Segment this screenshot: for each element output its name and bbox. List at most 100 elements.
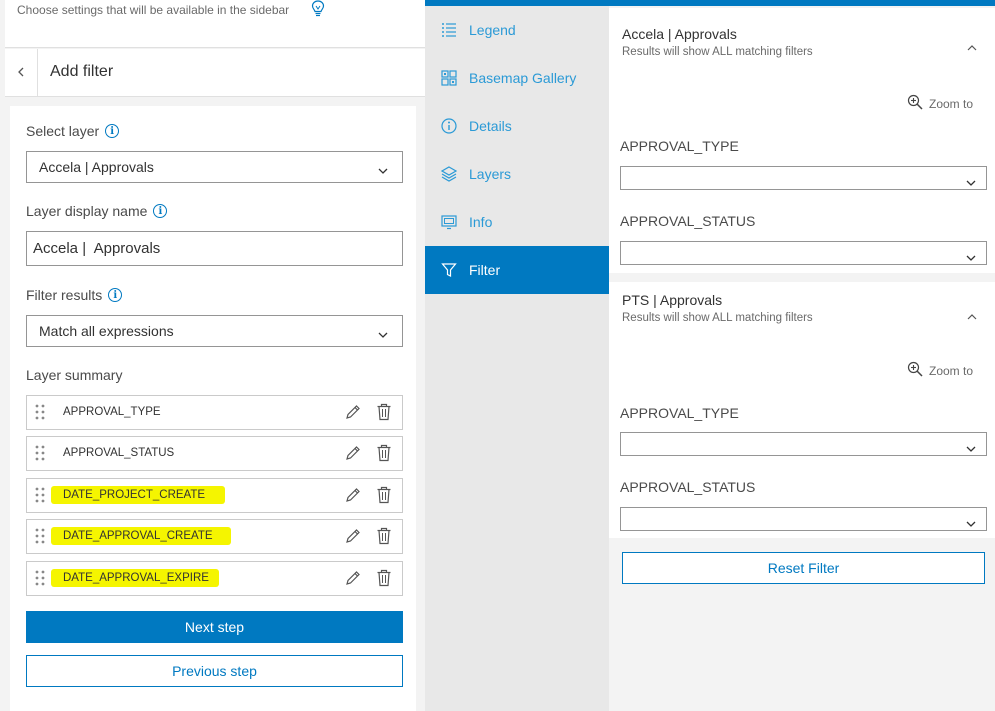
- display-name-label: Layer display name i: [26, 203, 168, 219]
- trash-icon[interactable]: [376, 527, 392, 550]
- layer-title: PTS | Approvals: [622, 292, 723, 308]
- trash-icon[interactable]: [376, 486, 392, 509]
- info-icon[interactable]: i: [153, 204, 168, 218]
- add-filter-form: Select layer i Accela | Approvals Layer …: [10, 106, 416, 711]
- drag-handle-icon[interactable]: [35, 404, 45, 425]
- settings-hint: Choose settings that will be available i…: [17, 3, 290, 17]
- select-layer-dropdown[interactable]: Accela | Approvals: [26, 151, 403, 183]
- chevron-down-icon: [966, 249, 976, 267]
- chevron-down-icon: [966, 440, 976, 458]
- select-layer-label-text: Select layer: [26, 123, 100, 139]
- expression-label: DATE_PROJECT_CREATE: [63, 489, 206, 501]
- drag-handle-icon[interactable]: [35, 570, 45, 591]
- layer-summary-label-text: Layer summary: [26, 367, 123, 383]
- zoom-to-button[interactable]: Zoom to: [907, 361, 973, 380]
- field-label: APPROVAL_TYPE: [620, 405, 739, 421]
- field-label: APPROVAL_STATUS: [620, 213, 756, 229]
- sidebar-item-label: Layers: [469, 166, 512, 182]
- filter-results-label: Filter results i: [26, 287, 123, 303]
- sidebar-nav: Legend Basemap Gallery Details Layers In…: [425, 6, 609, 711]
- filter-layer-card: PTS | Approvals Results will show ALL ma…: [609, 282, 995, 538]
- filter-results-dropdown[interactable]: Match all expressions: [26, 315, 403, 347]
- expression-row[interactable]: APPROVAL_TYPE: [26, 395, 403, 430]
- expression-row[interactable]: APPROVAL_STATUS: [26, 436, 403, 471]
- layers-icon: [440, 166, 458, 187]
- back-button[interactable]: [5, 49, 38, 97]
- expression-row[interactable]: DATE_APPROVAL_CREATE: [26, 519, 403, 554]
- expression-row[interactable]: DATE_PROJECT_CREATE: [26, 478, 403, 513]
- sidebar-item-label: Info: [469, 214, 493, 230]
- display-name-label-text: Layer display name: [26, 203, 148, 219]
- sidebar-item-info[interactable]: Info: [425, 198, 609, 246]
- pencil-icon[interactable]: [345, 570, 361, 591]
- add-filter-header: Add filter: [5, 49, 425, 97]
- drag-handle-icon[interactable]: [35, 445, 45, 466]
- sidebar-item-details[interactable]: Details: [425, 102, 609, 150]
- info-icon[interactable]: i: [108, 288, 123, 302]
- display-name-input[interactable]: [26, 231, 403, 266]
- expression-label: DATE_APPROVAL_CREATE: [63, 530, 213, 542]
- sidebar-item-label: Details: [469, 118, 512, 134]
- settings-header: Choose settings that will be available i…: [5, 0, 425, 48]
- layer-title: Accela | Approvals: [622, 26, 737, 42]
- layer-subtitle: Results will show ALL matching filters: [622, 46, 813, 58]
- pencil-icon[interactable]: [345, 404, 361, 425]
- filter-results-label-text: Filter results: [26, 287, 103, 303]
- expression-label: DATE_APPROVAL_EXPIRE: [63, 572, 209, 584]
- settings-panel: Choose settings that will be available i…: [0, 0, 425, 711]
- filter-results-value: Match all expressions: [39, 323, 174, 339]
- expression-label: APPROVAL_STATUS: [63, 447, 175, 459]
- select-layer-value: Accela | Approvals: [39, 159, 154, 175]
- pencil-icon[interactable]: [345, 445, 361, 466]
- pencil-icon[interactable]: [345, 487, 361, 508]
- lightbulb-icon[interactable]: [310, 0, 326, 23]
- trash-icon[interactable]: [376, 444, 392, 467]
- reset-filter-button[interactable]: Reset Filter: [622, 552, 985, 584]
- info-icon: [441, 214, 457, 235]
- zoom-in-icon: [907, 361, 923, 380]
- drag-handle-icon[interactable]: [35, 487, 45, 508]
- legend-icon: [441, 22, 457, 43]
- drag-handle-icon[interactable]: [35, 528, 45, 549]
- chevron-up-icon[interactable]: [967, 38, 977, 56]
- chevron-left-icon: [17, 64, 25, 82]
- add-filter-title: Add filter: [50, 63, 114, 80]
- zoom-in-icon: [907, 94, 923, 113]
- sidebar-item-label: Legend: [469, 22, 516, 38]
- sidebar-item-layers[interactable]: Layers: [425, 150, 609, 198]
- expression-label: APPROVAL_TYPE: [63, 406, 161, 418]
- chevron-up-icon[interactable]: [967, 307, 977, 325]
- pencil-icon[interactable]: [345, 528, 361, 549]
- sidebar-item-label: Basemap Gallery: [469, 70, 577, 86]
- approval-type-select[interactable]: [620, 432, 987, 456]
- trash-icon[interactable]: [376, 403, 392, 426]
- sidebar-item-basemap-gallery[interactable]: Basemap Gallery: [425, 54, 609, 102]
- filter-layer-card: Accela | Approvals Results will show ALL…: [609, 8, 995, 273]
- sidebar-item-label: Filter: [469, 262, 501, 278]
- zoom-to-label: Zoom to: [929, 363, 974, 378]
- chevron-down-icon: [378, 162, 388, 178]
- approval-type-select[interactable]: [620, 166, 987, 190]
- zoom-to-label: Zoom to: [929, 96, 974, 111]
- layer-subtitle: Results will show ALL matching filters: [622, 312, 813, 324]
- expression-row[interactable]: DATE_APPROVAL_EXPIRE: [26, 561, 403, 596]
- sidebar-item-legend[interactable]: Legend: [425, 6, 609, 54]
- chevron-down-icon: [966, 515, 976, 533]
- layer-summary-label: Layer summary: [26, 367, 122, 383]
- filter-widget: Accela | Approvals Results will show ALL…: [609, 6, 995, 711]
- approval-status-select[interactable]: [620, 507, 987, 531]
- chevron-down-icon: [378, 326, 388, 342]
- info-icon[interactable]: i: [105, 124, 120, 138]
- trash-icon[interactable]: [376, 569, 392, 592]
- previous-step-button[interactable]: Previous step: [26, 655, 403, 687]
- next-step-button[interactable]: Next step: [26, 611, 403, 643]
- chevron-down-icon: [966, 174, 976, 192]
- select-layer-label: Select layer i: [26, 123, 120, 139]
- sidebar-item-filter[interactable]: Filter: [425, 246, 609, 294]
- basemap-gallery-icon: [441, 70, 457, 91]
- filter-icon: [441, 262, 457, 283]
- approval-status-select[interactable]: [620, 241, 987, 265]
- zoom-to-button[interactable]: Zoom to: [907, 94, 973, 113]
- details-icon: [441, 118, 457, 139]
- field-label: APPROVAL_TYPE: [620, 138, 739, 154]
